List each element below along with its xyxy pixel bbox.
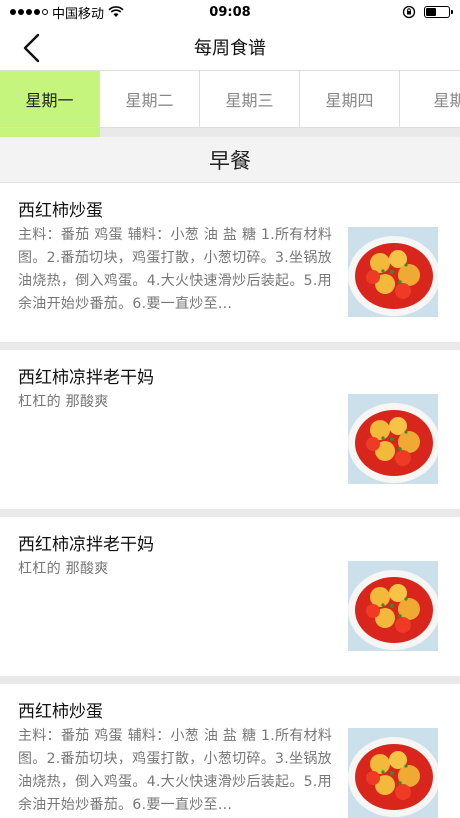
recipe-list: 西红柿炒蛋 主料：番茄 鸡蛋 辅料：小葱 油 盐 糖 1.所有材料图。2.番茄切…	[0, 183, 460, 818]
recipe-description: 杠杠的 那酸爽	[18, 394, 109, 410]
recipe-title: 西红柿炒蛋	[18, 201, 103, 221]
tab-friday[interactable]: 星期	[400, 71, 460, 127]
recipe-text: 西红柿凉拌老干妈 杠杠的 那酸爽	[18, 367, 336, 509]
recipe-thumbnail	[348, 561, 438, 651]
recipe-description: 主料：番茄 鸡蛋 辅料：小葱 油 盐 糖 1.所有材料图。2.番茄切块，鸡蛋打散…	[18, 227, 333, 312]
chevron-left-icon	[23, 33, 40, 63]
carrier-label: 中国移动	[52, 6, 105, 22]
weekday-tabs: 星期一 星期二 星期三 星期四 星期	[0, 71, 460, 128]
recipe-thumbnail	[348, 394, 438, 484]
meal-section-title: 早餐	[0, 137, 460, 183]
status-bar: 中国移动 09:08	[0, 0, 460, 24]
recipe-title: 西红柿凉拌老干妈	[18, 535, 154, 555]
signal-icon	[10, 9, 48, 15]
recipe-text: 西红柿炒蛋 主料：番茄 鸡蛋 辅料：小葱 油 盐 糖 1.所有材料图。2.番茄切…	[18, 200, 336, 342]
recipe-thumbnail	[348, 728, 438, 818]
recipe-description: 主料：番茄 鸡蛋 辅料：小葱 油 盐 糖 1.所有材料图。2.番茄切块，鸡蛋打散…	[18, 728, 333, 813]
tab-tuesday[interactable]: 星期二	[100, 71, 200, 127]
tab-scroll-thumb	[0, 128, 100, 137]
recipe-title: 西红柿炒蛋	[18, 702, 103, 722]
back-button[interactable]	[12, 30, 52, 66]
recipe-text: 西红柿凉拌老干妈 杠杠的 那酸爽	[18, 534, 336, 676]
wifi-icon	[108, 6, 124, 17]
recipe-item[interactable]: 西红柿炒蛋 主料：番茄 鸡蛋 辅料：小葱 油 盐 糖 1.所有材料图。2.番茄切…	[0, 183, 460, 350]
carrier-group: 中国移动	[10, 3, 124, 22]
recipe-thumbnail	[348, 227, 438, 317]
tab-wednesday[interactable]: 星期三	[200, 71, 300, 127]
page-title: 每周食谱	[194, 38, 266, 59]
orientation-lock-icon	[402, 5, 416, 19]
tab-thursday[interactable]: 星期四	[300, 71, 400, 127]
recipe-item[interactable]: 西红柿炒蛋 主料：番茄 鸡蛋 辅料：小葱 油 盐 糖 1.所有材料图。2.番茄切…	[0, 684, 460, 818]
recipe-item[interactable]: 西红柿凉拌老干妈 杠杠的 那酸爽	[0, 517, 460, 684]
battery-icon	[424, 6, 453, 18]
tab-monday[interactable]: 星期一	[0, 71, 100, 127]
recipe-item[interactable]: 西红柿凉拌老干妈 杠杠的 那酸爽	[0, 350, 460, 517]
navigation-bar: 每周食谱	[0, 24, 460, 71]
status-right	[402, 5, 453, 19]
recipe-description: 杠杠的 那酸爽	[18, 561, 109, 577]
recipe-title: 西红柿凉拌老干妈	[18, 368, 154, 388]
recipe-text: 西红柿炒蛋 主料：番茄 鸡蛋 辅料：小葱 油 盐 糖 1.所有材料图。2.番茄切…	[18, 701, 336, 818]
tab-scroll-indicator	[0, 128, 460, 137]
